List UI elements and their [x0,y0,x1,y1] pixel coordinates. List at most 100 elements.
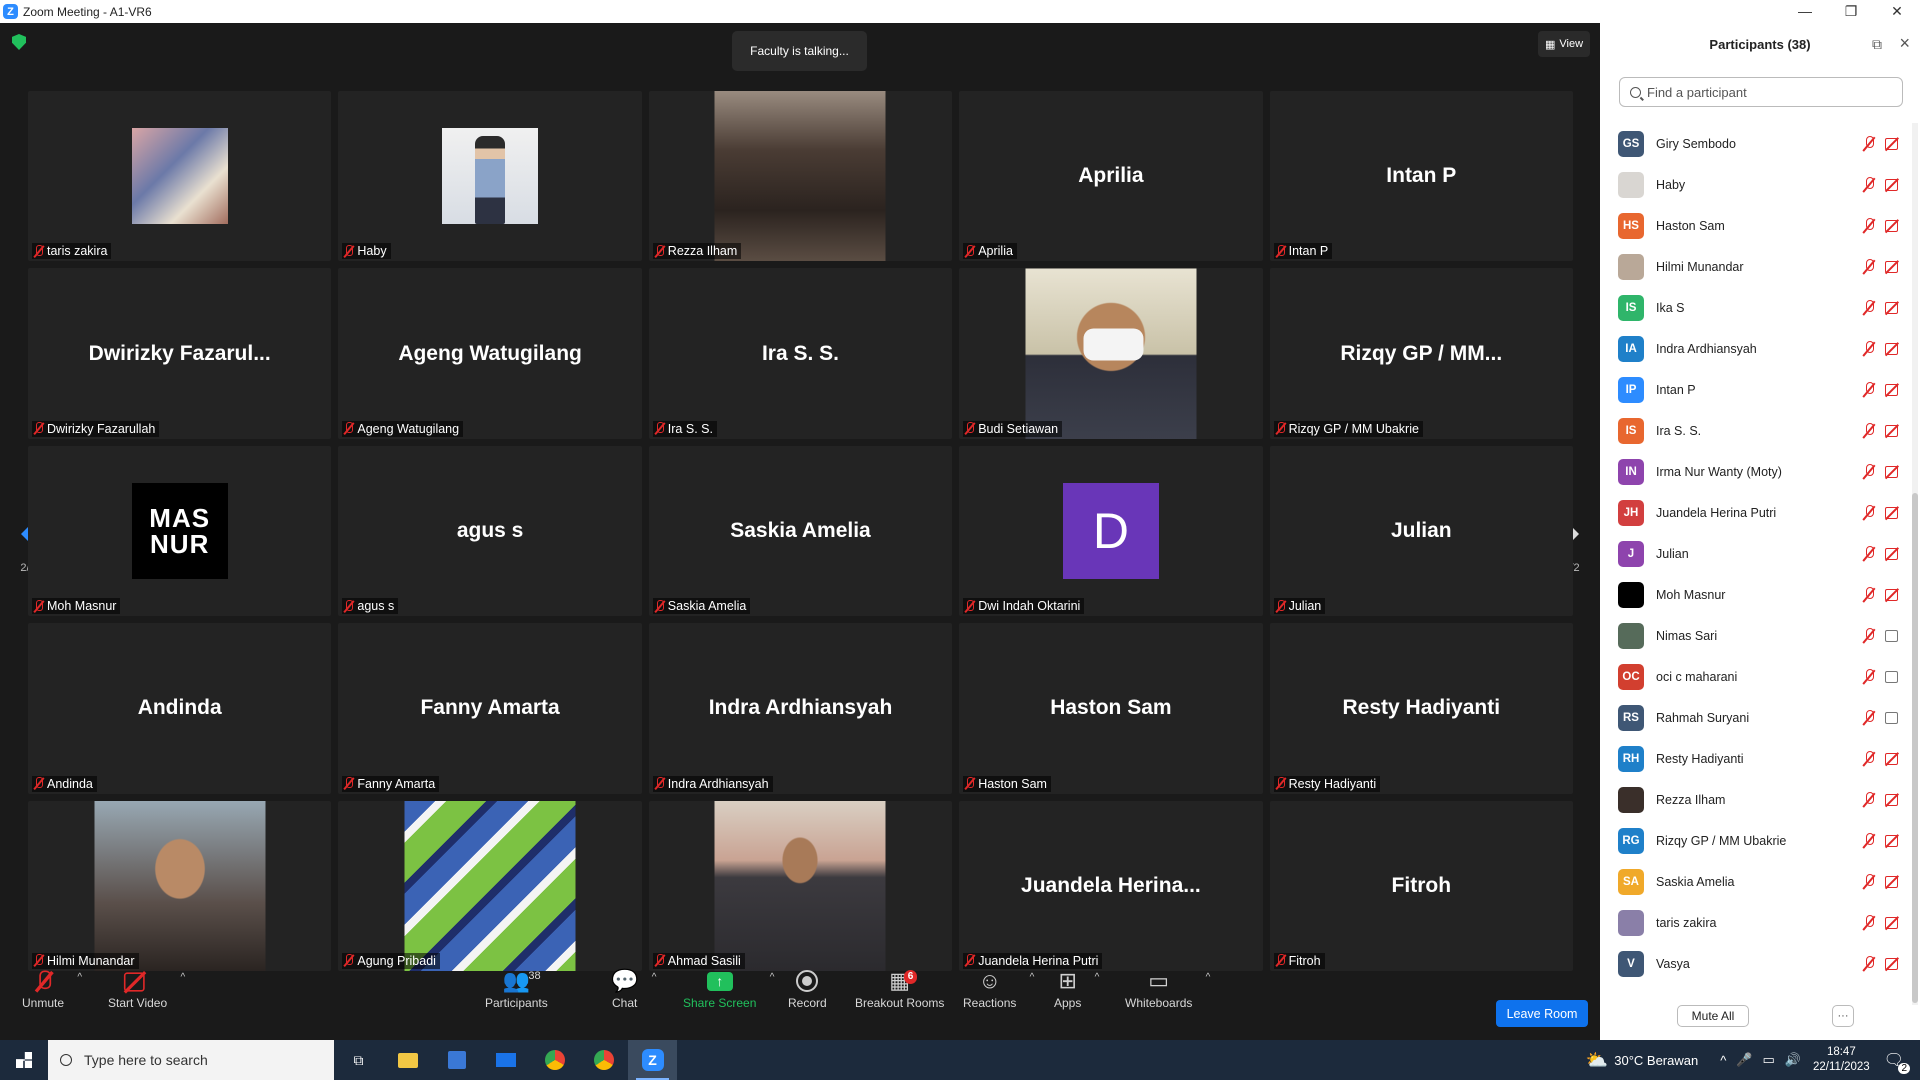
video-tile[interactable]: Resty Hadiyanti Resty Hadiyanti [1269,623,1573,794]
share-screen-button[interactable]: ↑ Share Screen ^ [683,966,774,1010]
breakout-rooms-button[interactable]: ▦ 6 Breakout Rooms [855,966,944,1010]
leave-room-button[interactable]: Leave Room [1496,1000,1588,1027]
video-tile[interactable]: taris zakira [28,91,332,262]
store-icon[interactable] [432,1040,481,1080]
start-button[interactable] [0,1040,48,1080]
weather-icon[interactable]: ⛅ [1586,1050,1608,1071]
pop-out-icon[interactable]: ⧉ [1872,36,1882,53]
apps-button[interactable]: ⊞ Apps ^ [1054,966,1099,1010]
video-tile[interactable]: Rezza Ilham [648,91,953,262]
chevron-up-icon[interactable]: ^ [77,972,82,983]
video-tile[interactable]: Haston Sam Haston Sam [959,623,1263,794]
chevron-up-icon[interactable]: ^ [1720,1053,1726,1068]
more-options-button[interactable]: ··· [1832,1005,1854,1027]
weather-text[interactable]: 30°C Berawan [1614,1053,1698,1068]
video-tile[interactable]: Julian Julian [1269,445,1573,617]
video-tile[interactable]: Hilmi Munandar [28,800,332,971]
participant-row[interactable]: taris zakira [1618,902,1902,943]
participant-row[interactable]: IS Ika S [1618,287,1902,328]
chevron-up-icon[interactable]: ^ [1030,972,1035,983]
video-tile[interactable]: agus s agus s [338,445,642,617]
participant-row[interactable]: Haby [1618,164,1902,205]
notification-icon[interactable]: 🗨 2 [1884,1050,1910,1074]
participant-row[interactable]: Rezza Ilham [1618,779,1902,820]
video-tile[interactable]: Fanny Amarta Fanny Amarta [338,623,642,794]
video-tile[interactable]: Budi Setiawan [959,268,1263,439]
participant-row[interactable]: IS Ira S. S. [1618,410,1902,451]
video-on-icon [1885,671,1902,683]
participants-button[interactable]: 👥 38 Participants [485,966,548,1010]
security-shield-icon[interactable] [12,34,26,50]
video-tile[interactable]: MAS NUR Moh Masnur [28,445,332,617]
participant-row[interactable]: SA Saskia Amelia [1618,861,1902,902]
reactions-button[interactable]: ☺ Reactions ^ [963,966,1034,1010]
video-tile[interactable]: Juandela Herina... Juandela Herina Putri [959,800,1263,971]
video-tile[interactable]: Fitroh Fitroh [1269,800,1573,971]
apps-label: Apps [1054,996,1082,1010]
participant-row[interactable]: Nimas Sari [1618,615,1902,656]
record-button[interactable]: Record [788,966,827,1010]
clock[interactable]: 18:47 22/11/2023 [1813,1045,1870,1075]
participant-row[interactable]: Moh Masnur [1618,574,1902,615]
participant-row[interactable]: HS Haston Sam [1618,205,1902,246]
video-tile[interactable]: Ahmad Sasili [648,800,953,971]
task-view-icon[interactable]: ⧉ [334,1040,383,1080]
video-tile[interactable]: Indra Ardhiansyah Indra Ardhiansyah [648,623,953,794]
network-icon[interactable]: ▭ [1763,1052,1775,1068]
participant-search-input[interactable]: Find a participant [1619,77,1903,107]
chevron-up-icon[interactable]: ^ [180,972,185,983]
chevron-up-icon[interactable]: ^ [1206,972,1211,983]
participant-row[interactable]: RH Resty Hadiyanti [1618,738,1902,779]
participant-row[interactable]: IA Indra Ardhiansyah [1618,328,1902,369]
close-window-icon[interactable]: ✕ [1874,0,1920,23]
whiteboards-button[interactable]: ▭ Whiteboards ^ [1125,966,1210,1010]
mic-muted-icon [344,422,354,435]
unmute-button[interactable]: Unmute ^ [22,966,82,1010]
chrome-profile-icon[interactable] [579,1040,628,1080]
chrome-icon[interactable] [530,1040,579,1080]
chat-label: Chat [612,996,638,1010]
mail-icon[interactable] [481,1040,530,1080]
video-tile[interactable]: Rizqy GP / MM... Rizqy GP / MM Ubakrie [1269,268,1573,439]
file-explorer-icon[interactable] [383,1040,432,1080]
taskbar-search[interactable]: Type here to search [48,1040,334,1080]
tile-name-label: Moh Masnur [32,598,121,615]
microphone-icon[interactable]: 🎤 [1736,1052,1752,1068]
participant-row[interactable]: OC oci c maharani [1618,656,1902,697]
video-tile[interactable]: Ira S. S. Ira S. S. [648,268,953,439]
mute-all-button[interactable]: Mute All [1677,1005,1749,1027]
restore-icon[interactable]: ❐ [1828,0,1874,23]
participant-row[interactable]: GS Giry Sembodo [1618,123,1902,164]
participant-row[interactable]: V Vasya [1618,943,1902,984]
chat-button[interactable]: 💬 Chat ^ [611,966,656,1010]
view-button[interactable]: ▦ View [1538,31,1590,57]
start-video-button[interactable]: Start Video ^ [108,966,185,1010]
participant-row[interactable]: J Julian [1618,533,1902,574]
video-tile[interactable]: Dwirizky Fazarul... Dwirizky Fazarullah [28,268,332,439]
participant-row[interactable]: Hilmi Munandar [1618,246,1902,287]
video-tile[interactable]: Saskia Amelia Saskia Amelia [648,445,953,617]
video-tile[interactable]: Ageng Watugilang Ageng Watugilang [338,268,642,439]
participant-row[interactable]: IP Intan P [1618,369,1902,410]
minimize-icon[interactable]: — [1782,0,1828,23]
close-icon[interactable]: × [1899,33,1910,54]
participant-row[interactable]: IN Irma Nur Wanty (Moty) [1618,451,1902,492]
zoom-taskbar-icon[interactable]: Z [628,1040,677,1080]
video-tile[interactable]: Andinda Andinda [28,623,332,794]
chevron-up-icon[interactable]: ^ [1095,972,1100,983]
participant-row[interactable]: RG Rizqy GP / MM Ubakrie [1618,820,1902,861]
chevron-up-icon[interactable]: ^ [770,972,775,983]
scrollbar-thumb[interactable] [1912,493,1918,1003]
participant-row[interactable]: JH Juandela Herina Putri [1618,492,1902,533]
video-tile[interactable]: Haby [338,91,642,262]
windows-taskbar: Type here to search ⧉ Z ⛅ 30°C Berawan ^… [0,1040,1920,1080]
participant-list-scrollbar[interactable] [1912,123,1918,1005]
volume-icon[interactable]: 🔊 [1785,1052,1801,1068]
share-screen-label: Share Screen [683,996,757,1010]
video-tile[interactable]: Aprilia Aprilia [959,91,1263,262]
video-tile[interactable]: Intan P Intan P [1269,91,1573,262]
video-tile[interactable]: D Dwi Indah Oktarini [959,445,1263,617]
chevron-up-icon[interactable]: ^ [652,972,657,983]
video-tile[interactable]: Agung Pribadi [338,800,642,971]
participant-row[interactable]: RS Rahmah Suryani [1618,697,1902,738]
